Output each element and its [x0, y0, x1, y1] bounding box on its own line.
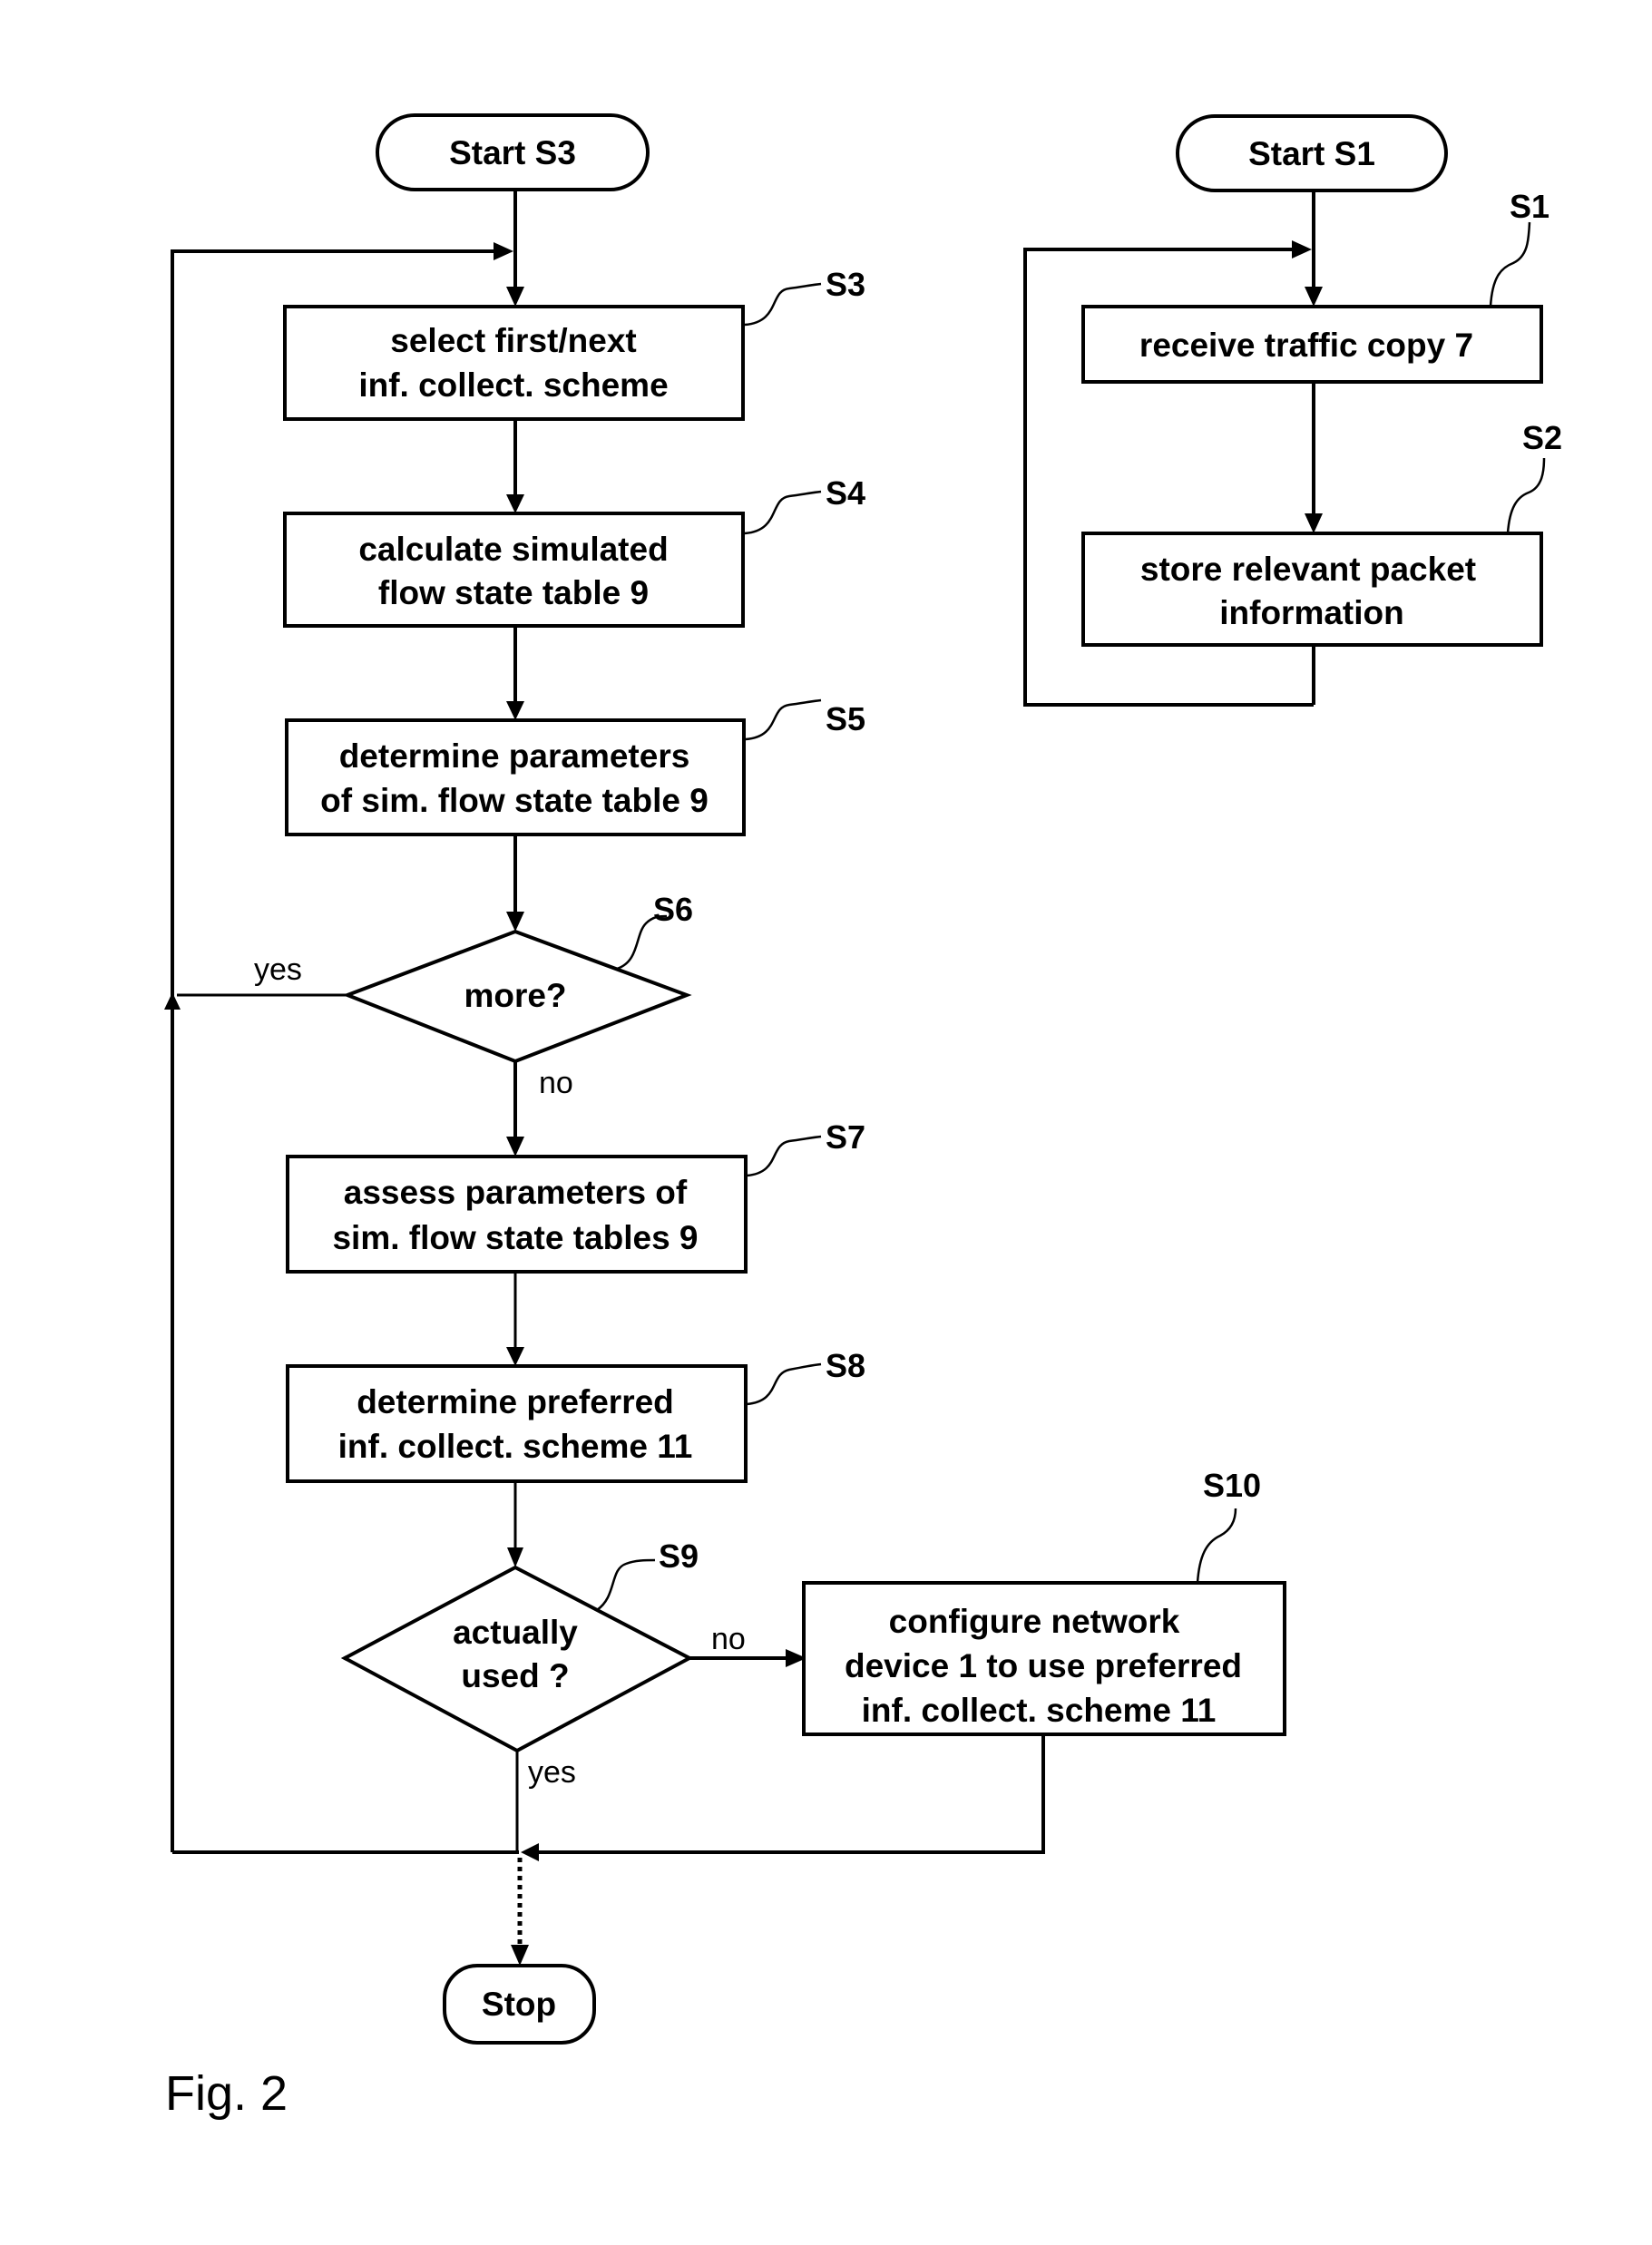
s9-no-label: no	[711, 1622, 746, 1656]
s10-return-line	[537, 1734, 1045, 1854]
step-s2-line2: information	[1219, 594, 1403, 631]
step-s7-line2: sim. flow state tables 9	[332, 1219, 698, 1256]
s6-yes-label: yes	[254, 952, 302, 987]
arrow-into-s2	[1305, 513, 1323, 533]
step-s2: store relevant packet information	[1081, 532, 1543, 647]
step-s10-line3: inf. collect. scheme 11	[862, 1692, 1217, 1729]
stop-terminal: Stop	[443, 1964, 596, 2045]
arrow-into-s8	[506, 1347, 524, 1366]
flowchart: Start S3 select first/next inf. collect.…	[164, 113, 1562, 2121]
step-s10-line1: configure network	[889, 1603, 1180, 1640]
ref-s1: S1	[1510, 188, 1549, 225]
stop-label: Stop	[482, 1986, 556, 2023]
step-s3: select first/next inf. collect. scheme	[283, 305, 745, 421]
figure-caption: Fig. 2	[165, 2066, 288, 2121]
step-s8-line2: inf. collect. scheme 11	[338, 1428, 693, 1465]
s6-no-label: no	[539, 1066, 573, 1100]
step-s8-line1: determine preferred	[357, 1383, 674, 1420]
ref-s4: S4	[826, 474, 865, 512]
step-s4-line2: flow state table 9	[378, 574, 649, 611]
step-s7-line1: assess parameters of	[344, 1174, 688, 1211]
step-s3-line2: inf. collect. scheme	[358, 366, 668, 404]
s9-yes-label: yes	[528, 1755, 576, 1790]
start-s1-terminal: Start S1	[1176, 114, 1448, 192]
step-s5-line2: of sim. flow state table 9	[320, 782, 709, 819]
step-s2-line1: store relevant packet	[1140, 551, 1476, 588]
leader-s7	[746, 1135, 822, 1177]
decision-s9-line1: actually	[453, 1614, 578, 1651]
decision-s9: actually used ?	[340, 1565, 694, 1753]
arrow-into-s5	[506, 701, 524, 720]
arrow-into-s9	[507, 1547, 523, 1567]
start-s3-terminal: Start S3	[376, 113, 650, 191]
leader-s2	[1506, 457, 1546, 534]
step-s1-line1: receive traffic copy 7	[1139, 327, 1473, 364]
step-s1: receive traffic copy 7	[1081, 305, 1543, 384]
ref-s8: S8	[826, 1347, 865, 1384]
step-s7: assess parameters of sim. flow state tab…	[286, 1155, 748, 1274]
leader-s1	[1489, 221, 1531, 307]
arrow-into-s4	[506, 494, 524, 513]
arrow-into-s7	[506, 1137, 524, 1157]
start-s1-label: Start S1	[1248, 135, 1375, 172]
step-s5: determine parameters of sim. flow state …	[285, 718, 746, 836]
arrow-into-s1	[1305, 287, 1323, 307]
step-s4: calculate simulated flow state table 9	[283, 512, 745, 628]
decision-s9-line2: used ?	[461, 1657, 569, 1694]
ref-s10: S10	[1203, 1467, 1261, 1504]
start-s3-label: Start S3	[449, 134, 576, 171]
step-s10-line2: device 1 to use preferred	[845, 1647, 1242, 1684]
arrow-into-stop	[511, 1945, 529, 1966]
leader-s3	[744, 282, 822, 327]
leader-s10	[1196, 1508, 1237, 1584]
ref-s2: S2	[1522, 419, 1562, 456]
ref-s7: S7	[826, 1118, 865, 1156]
right-loop-arrow	[1292, 240, 1312, 259]
leader-s4	[744, 490, 822, 535]
step-s10: configure network device 1 to use prefer…	[802, 1581, 1286, 1736]
arrow-return-s10	[521, 1843, 539, 1861]
step-s4-line1: calculate simulated	[358, 531, 668, 568]
step-s3-line1: select first/next	[390, 322, 636, 359]
arrow-into-s3	[506, 287, 524, 307]
step-s5-line1: determine parameters	[339, 737, 690, 775]
arrow-into-s6	[506, 912, 524, 932]
leader-s5	[745, 698, 822, 741]
decision-s6-text: more?	[464, 977, 566, 1014]
leader-s8	[746, 1362, 822, 1406]
ref-s9: S9	[659, 1537, 699, 1575]
decision-s6: more?	[342, 929, 692, 1064]
step-s8: determine preferred inf. collect. scheme…	[286, 1364, 748, 1483]
leader-s9	[596, 1558, 656, 1612]
ref-s5: S5	[826, 700, 865, 737]
ref-s3: S3	[826, 266, 865, 303]
loop-arrow-s3	[494, 242, 513, 260]
ref-s6: S6	[653, 891, 693, 928]
